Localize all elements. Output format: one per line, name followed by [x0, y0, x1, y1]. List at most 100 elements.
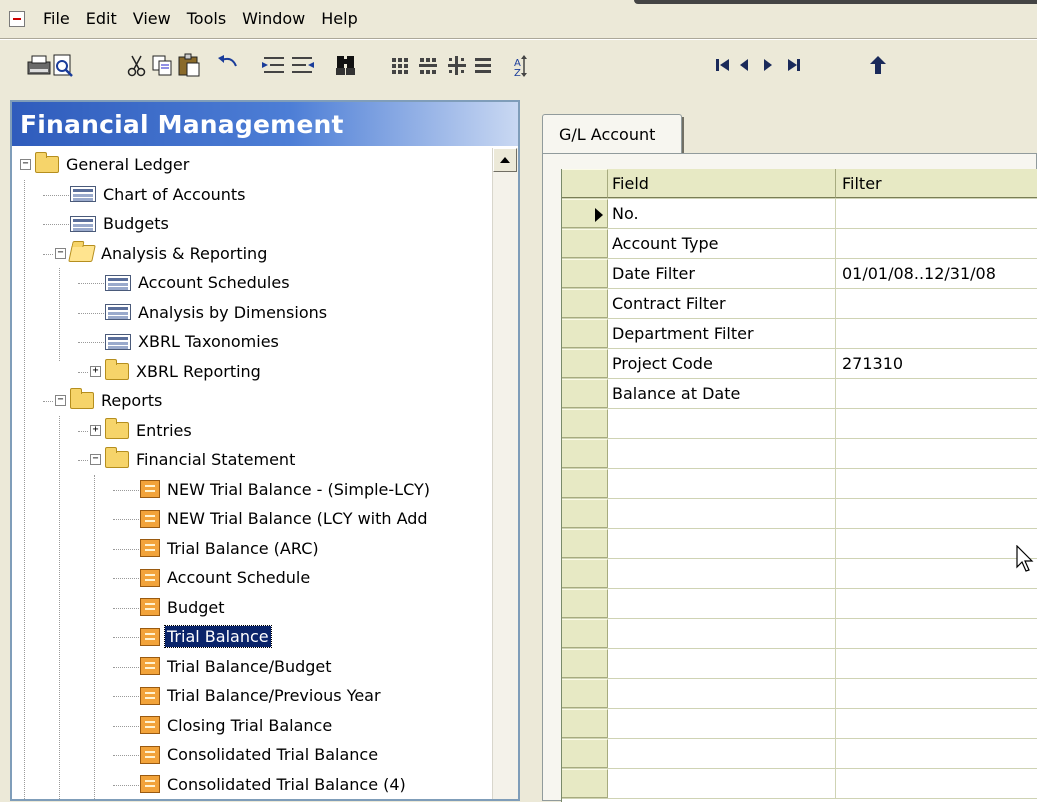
row-selector[interactable] — [562, 379, 608, 408]
filter-cell[interactable] — [836, 499, 1037, 528]
filter-cell[interactable] — [836, 709, 1037, 738]
filter-cell[interactable] — [836, 679, 1037, 708]
filter-cell[interactable] — [836, 469, 1037, 498]
sort-icon[interactable] — [392, 58, 408, 74]
tree-item-budgets[interactable]: Budgets — [55, 209, 171, 238]
sort-ascending-icon[interactable]: A Z — [514, 55, 527, 79]
expand-icon[interactable]: + — [90, 365, 101, 377]
collapse-icon[interactable]: − — [55, 395, 66, 406]
field-cell[interactable] — [608, 409, 836, 438]
filter-cell[interactable] — [836, 529, 1037, 558]
filter-cell[interactable] — [836, 439, 1037, 468]
expand-icon[interactable]: + — [90, 424, 101, 436]
filter-icon[interactable] — [419, 58, 437, 74]
filter-cell[interactable] — [836, 739, 1037, 768]
table-row[interactable]: Account Type — [562, 229, 1037, 259]
table-row[interactable] — [562, 499, 1037, 529]
outdent-icon[interactable] — [292, 57, 314, 73]
navigation-scrollbar[interactable] — [492, 148, 518, 799]
table-row[interactable] — [562, 679, 1037, 709]
row-selector[interactable] — [562, 259, 608, 288]
tree-item-analysis-reporting[interactable]: − Analysis & Reporting — [55, 239, 269, 268]
tree-item-budget[interactable]: Budget — [125, 593, 227, 622]
filter-cell[interactable] — [836, 619, 1037, 648]
column-header-filter[interactable]: Filter — [836, 169, 1037, 198]
tree-item-xbrl-reporting[interactable]: + XBRL Reporting — [90, 357, 263, 386]
table-row[interactable] — [562, 469, 1037, 499]
last-record-icon[interactable] — [788, 59, 800, 71]
next-record-icon[interactable] — [764, 59, 772, 71]
row-selector[interactable] — [562, 529, 608, 558]
table-row[interactable]: Balance at Date — [562, 379, 1037, 409]
field-cell[interactable]: Account Type — [608, 229, 836, 258]
tree-item-entries[interactable]: + Entries — [90, 416, 194, 445]
filter-cell[interactable] — [836, 379, 1037, 408]
field-cell[interactable] — [608, 439, 836, 468]
tree-item-general-ledger[interactable]: − General Ledger — [20, 150, 191, 179]
field-cell[interactable]: No. — [608, 199, 836, 228]
scroll-up-button[interactable] — [493, 148, 517, 172]
tree-item-trial-balance-previous-year[interactable]: Trial Balance/Previous Year — [125, 681, 383, 710]
tree-item-trial-balance-budget[interactable]: Trial Balance/Budget — [125, 652, 334, 681]
app-menu-icon[interactable] — [9, 11, 25, 27]
row-selector[interactable] — [562, 649, 608, 678]
paste-icon[interactable] — [178, 53, 200, 77]
menu-file[interactable]: File — [35, 9, 78, 29]
menu-edit[interactable]: Edit — [78, 9, 125, 29]
row-selector[interactable] — [562, 499, 608, 528]
table-row[interactable] — [562, 769, 1037, 799]
collapse-icon[interactable]: − — [20, 159, 31, 170]
tree-item-analysis-by-dimensions[interactable]: Analysis by Dimensions — [90, 298, 329, 327]
field-cell[interactable]: Department Filter — [608, 319, 836, 348]
filter-cell[interactable] — [836, 649, 1037, 678]
table-row[interactable] — [562, 619, 1037, 649]
tree-item-new-trial-balance-lcy-with-add[interactable]: NEW Trial Balance (LCY with Add — [125, 504, 430, 533]
field-cell[interactable] — [608, 619, 836, 648]
table-row[interactable]: No. — [562, 199, 1037, 229]
table-row[interactable]: Date Filter 01/01/08..12/31/08 — [562, 259, 1037, 289]
print-preview-icon[interactable] — [53, 54, 73, 77]
menu-help[interactable]: Help — [313, 9, 365, 29]
row-selector[interactable] — [562, 319, 608, 348]
row-selector[interactable] — [562, 769, 608, 798]
pane-splitter[interactable] — [522, 90, 530, 801]
filter-cell[interactable] — [836, 559, 1037, 588]
table-row[interactable] — [562, 709, 1037, 739]
up-icon[interactable] — [870, 56, 886, 74]
tree-item-trial-balance[interactable]: Trial Balance — [125, 622, 272, 651]
filter-cell[interactable] — [836, 199, 1037, 228]
row-selector[interactable] — [562, 679, 608, 708]
field-cell[interactable] — [608, 499, 836, 528]
row-selector[interactable] — [562, 439, 608, 468]
field-cell[interactable] — [608, 679, 836, 708]
table-row[interactable] — [562, 649, 1037, 679]
table-row[interactable] — [562, 409, 1037, 439]
table-row[interactable] — [562, 559, 1037, 589]
find-icon[interactable] — [336, 56, 355, 75]
table-row[interactable] — [562, 589, 1037, 619]
row-selector[interactable] — [562, 709, 608, 738]
collapse-icon[interactable]: − — [55, 247, 66, 259]
row-selector[interactable] — [562, 559, 608, 588]
filter-cell[interactable] — [836, 769, 1037, 798]
filter-cell[interactable] — [836, 409, 1037, 438]
row-selector[interactable] — [562, 409, 608, 438]
menu-window[interactable]: Window — [234, 9, 313, 29]
row-selector[interactable] — [562, 229, 608, 258]
filter-cell[interactable]: 01/01/08..12/31/08 — [836, 259, 1037, 288]
row-selector[interactable] — [562, 589, 608, 618]
field-cell[interactable] — [608, 559, 836, 588]
field-cell[interactable] — [608, 739, 836, 768]
flowfilter-icon[interactable] — [475, 58, 491, 73]
copy-icon[interactable] — [152, 55, 172, 76]
field-cell[interactable] — [608, 649, 836, 678]
tree-item-new-trial-balance-simple-lcy[interactable]: NEW Trial Balance - (Simple-LCY) — [125, 475, 432, 504]
undo-icon[interactable] — [218, 55, 237, 67]
field-cell[interactable] — [608, 589, 836, 618]
table-row[interactable] — [562, 439, 1037, 469]
field-cell[interactable] — [608, 529, 836, 558]
tree-item-trial-balance-arc[interactable]: Trial Balance (ARC) — [125, 534, 321, 563]
filter-cell[interactable] — [836, 589, 1037, 618]
column-header-field[interactable]: Field — [608, 169, 836, 198]
previous-record-icon[interactable] — [740, 59, 748, 71]
